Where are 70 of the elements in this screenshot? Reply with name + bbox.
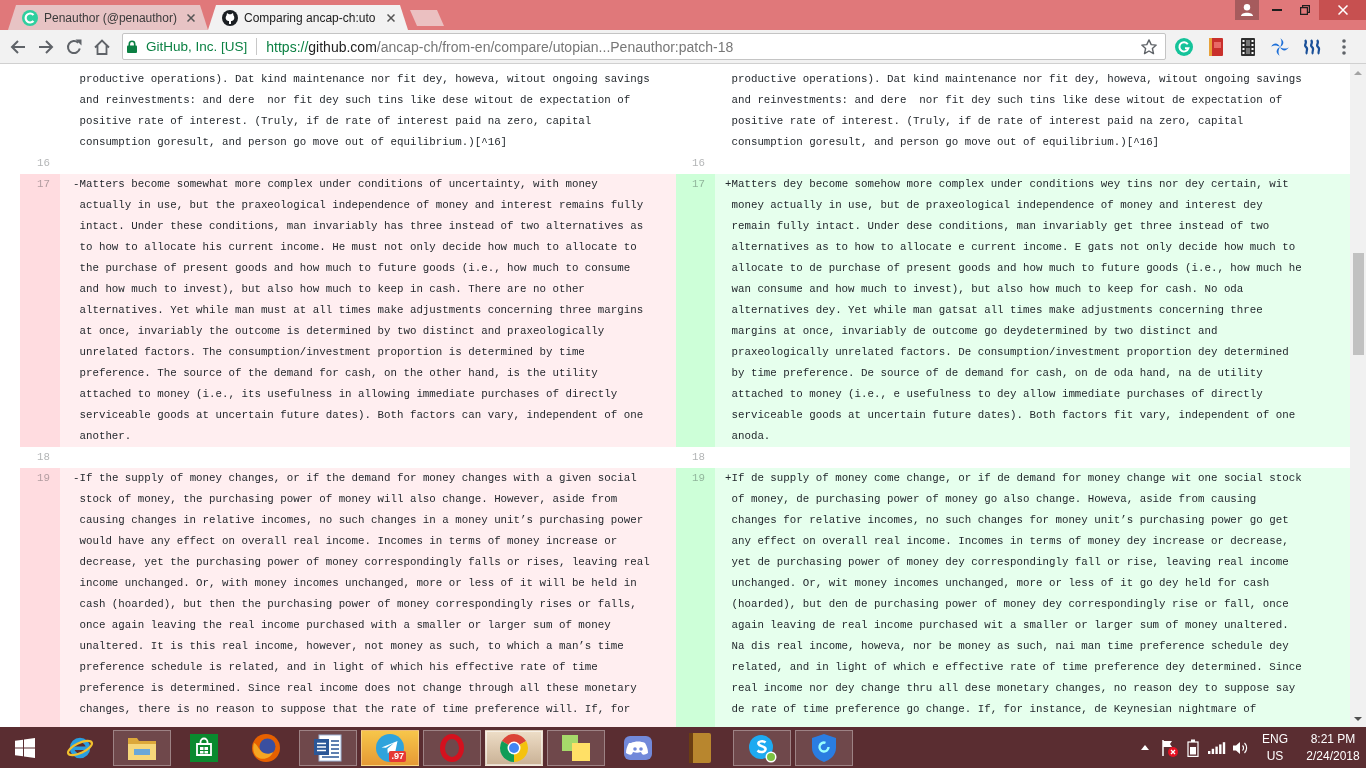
up-caret-icon <box>1141 745 1149 750</box>
line-number: 18 <box>692 451 705 463</box>
line-number: 16 <box>692 157 705 169</box>
scroll-up-icon <box>1354 70 1362 75</box>
controller-face-icon <box>624 735 652 760</box>
scroll-down-icon <box>1354 716 1362 721</box>
book-icon <box>1209 37 1223 56</box>
forward-arrow-icon <box>38 39 54 54</box>
code-text: -Matters become somewhat more complex under conditions of uncertainty, with money actually in use, but the praxeological independence of money and interest remains fully intact. Under these conditions, man invariably has three instead of two alternatives as to how to allocate his current income. He must not only decide how much to allocate to the purchase of present goods and how much to future goods (i.e., how much to consume and how much to invest), but also how much to keep in cash. There are no other alternatives. Yet while man must at all times make adjustments concerning three margins at once, invariably the outcome is determined by two distinct and praxeologically unrelated factors. The consumption/investment proportion is determined by time preference. The source of the demand for cash, on the other hand, is the utility attached to money (i.e., its usefulness in allowing immediate purchases of directly serviceable goods at uncertain future dates). Both factors can vary, independent of one another. <box>73 177 644 444</box>
line-number: 16 <box>37 157 50 169</box>
film-strip-icon <box>1241 37 1255 56</box>
swirl-logo-icon <box>22 9 38 26</box>
code-text: -If the supply of money changes, or if the demand for money changes with a given social stock of money, the purchasing power of money will also change. However, aside from causing changes in relative incomes, no such changes in a money unit’s purchasing power would have any effect on overall real income. Incomes in terms of money increase or decrease, yet the purchasing power of money correspondingly falls or rises, leaving real income unchanged. Or, with money incomes unchanged, more or less of it will be held in cash (hoarded), but then the purchasing power of money correspondingly rises or falls, once again leaving the real income purchased with a smaller or larger sum of money unaltered. It is this real income, however, not money as such, to which a man’s time preference schedule is related, and in light of which his effective rate of time preference is determined. Since real income does not change through all these monetary changes, there is no reason to suppose that the rate of time preference will. If, for <box>73 471 650 717</box>
scrollbar-thumb[interactable] <box>1352 253 1364 355</box>
book-icon <box>689 732 711 763</box>
shield-icon <box>812 733 836 762</box>
address-bar[interactable]: GitHub, Inc. [US] https://github.com/ancap-ch/from-en/compare/utopian...Penauthor:patch-18 <box>122 33 1166 60</box>
close-icon <box>387 13 395 22</box>
flag-error-icon <box>1160 738 1178 757</box>
menu-icon <box>1342 38 1346 55</box>
line-number: 17 <box>692 178 705 190</box>
code-text: +If de supply of money come change, or if de demand for money change wit one social stock of money, de purchasing power of money go also change. Howeva, aside from causing changes for relative incomes, no such changes for money unit’s purchasing power go get any effect on overall real income. Incomes in terms of money dey increase or decrease, yet de purchasing power of money dey correspondingly fall or rise, leaving real income unchanged. Or, wit money incomes unchanged, more or less of it go dey held for cash (hoarded), but den de purchasing power of money dey correspondingly rise or fall, once again leaving de real income purchased wit a smaller or larger sum of money unaltered. Na dis real income, howeva, nor be money as such, nai man time preference schedule dey related, and in light of which e effective rate of time preference dey determined. Since real income nor dey change thru all dese monetary changes, no reason dey to suppose say de rate of time preference go change. If, for instance, de Keynesian nightmare of <box>725 471 1302 717</box>
line-number: 18 <box>37 451 50 463</box>
restore-icon <box>1300 5 1310 15</box>
star-icon <box>1141 38 1157 55</box>
taskbar-button[interactable] <box>485 729 543 766</box>
taskbar-button[interactable]: .97 <box>361 729 419 766</box>
taskbar-button[interactable] <box>733 729 791 766</box>
person-icon <box>1241 4 1253 16</box>
signal-bars-icon <box>1208 741 1226 754</box>
document-icon <box>314 733 342 762</box>
sticky-notes-icon <box>562 734 590 761</box>
scrollbar[interactable] <box>1350 64 1366 727</box>
code-text: productive operations). Dat kind maintenance nor fit dey, howeva, witout ongoing savings and reinvestments: and dere nor fit dey such tins like dese witout de expectation of positive rate of interest. (Truly, if de rate of interest paid na zero, capital consumption goresult, and person go move out of equilibrium.)[^16] <box>79 72 650 150</box>
close-icon <box>187 13 195 22</box>
input-language-button[interactable]: ENG US <box>1253 727 1297 768</box>
battery-icon <box>1187 738 1199 757</box>
home-icon <box>94 38 110 55</box>
reload-icon <box>66 38 82 55</box>
taskbar-button[interactable] <box>113 729 171 766</box>
back-arrow-icon <box>10 39 26 54</box>
arc-circle-icon <box>1175 37 1193 56</box>
minimize-icon <box>1272 9 1282 11</box>
speaker-icon <box>1233 740 1249 755</box>
clock-button[interactable]: 8:21 PM 2/24/2018 <box>1302 727 1364 768</box>
segmented-circle-icon <box>500 733 528 762</box>
taskbar-button[interactable] <box>547 729 605 766</box>
cloud-wave-icon <box>747 732 777 763</box>
taskbar-button[interactable] <box>299 729 357 766</box>
browser-tab[interactable]: Comparing ancap-ch:uto <box>208 5 408 30</box>
code-text: productive operations). Dat kind maintenance nor fit dey, howeva, witout ongoing savings and reinvestments: and dere nor fit dey such tins like dese witout de expectation of positive rate of interest. (Truly, if de rate of interest paid na zero, capital consumption goresult, and person go move out of equilibrium.)[^16] <box>731 72 1302 150</box>
unread-count: .97 <box>389 750 406 762</box>
profile-button[interactable] <box>1235 0 1259 20</box>
browser-tab[interactable]: Penauthor (@penauthor) <box>8 5 208 30</box>
line-number: 19 <box>37 472 50 484</box>
security-label: GitHub, Inc. [US] <box>146 39 248 54</box>
ring-icon <box>440 733 464 762</box>
url-text: https://github.com/ancap-ch/from-en/compare/utopian...Penauthor:patch-18 <box>266 38 734 55</box>
line-number: 17 <box>37 178 50 190</box>
propeller-icon <box>1271 37 1289 56</box>
wave-stripes-icon <box>1302 38 1322 55</box>
cat-face-icon <box>222 9 238 26</box>
shopping-bag-icon <box>190 733 218 762</box>
lock-icon <box>127 40 137 53</box>
line-number: 19 <box>692 472 705 484</box>
taskbar-button[interactable] <box>795 729 853 766</box>
close-icon <box>1337 5 1348 15</box>
code-text: +Matters dey become somehow more complex under conditions wey tins nor dey certain, wit money actually in use, but de praxeological independence of money and interest dey remain fully intact. Under dese conditions, man invariably get three instead of two alternatives as to how to allocate e current income. E gats not only decide how much to allocate to de purchase of present goods and how much to future goods (i.e., how much he wan consume and how much to invest), but also how much to keep for cash. No oda alternatives dey. Yet while man gatsat all times make adjustments concerning three margins at once, invariably de outcome go deydetermined by two distinct and praxeologically unrelated factors. De consumption/investment proportion dey determined by time preference. De source of de demand for cash, on de oda hand, na de utility attached to money (i.e., e usefulness to dey allow immediate purchases of directly serviceable goods at uncertain future dates). Both factors fit vary, independent of one anoda. <box>725 177 1302 444</box>
fox-globe-icon <box>252 733 280 762</box>
windows-logo-icon <box>15 737 35 758</box>
